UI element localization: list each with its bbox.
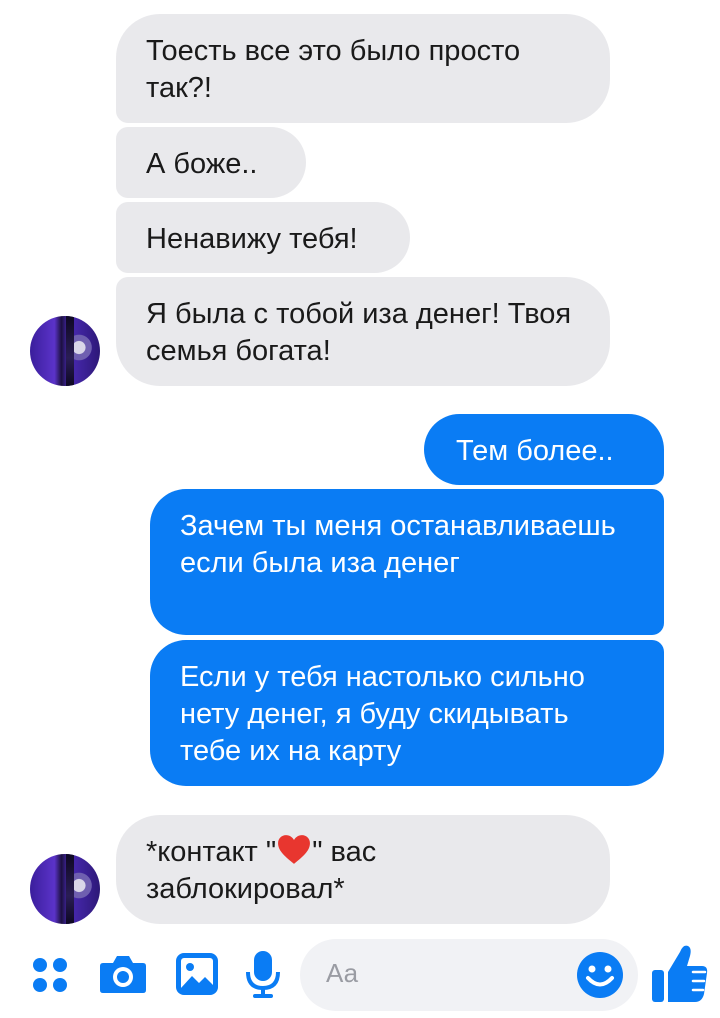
microphone-icon[interactable]: [245, 950, 281, 1000]
message-text: Тоесть все это было просто так?!: [146, 35, 521, 104]
message-outgoing[interactable]: Если у тебя настолько сильно нету денег,…: [150, 640, 664, 786]
message-incoming[interactable]: Ненавижу тебя!: [116, 202, 410, 273]
message-input[interactable]: Аа: [300, 939, 638, 1011]
gallery-icon[interactable]: [175, 952, 219, 996]
message-incoming[interactable]: Я была с тобой иза денег! Твоя семья бог…: [116, 277, 610, 386]
avatar-image-detail: [66, 854, 74, 924]
composer-bar: Аа: [0, 936, 720, 1018]
message-text: Если у тебя настолько сильно нету денег,…: [180, 661, 585, 767]
message-text: Зачем ты меня останавливаешь если была и…: [180, 510, 616, 579]
message-outgoing[interactable]: Тем более..: [424, 414, 664, 485]
avatar-image-detail: [66, 316, 74, 386]
message-text: Ненавижу тебя!: [146, 223, 358, 255]
message-text: А боже..: [146, 148, 258, 180]
contact-avatar[interactable]: [30, 854, 100, 924]
message-text: Тем более..: [456, 435, 614, 467]
emoji-icon[interactable]: [576, 951, 624, 999]
message-text: Я была с тобой иза денег! Твоя семья бог…: [146, 298, 572, 367]
camera-icon[interactable]: [99, 953, 147, 995]
message-input-placeholder: Аа: [326, 958, 359, 988]
message-outgoing[interactable]: Зачем ты меня останавливаешь если была и…: [150, 489, 664, 635]
message-incoming[interactable]: А боже..: [116, 127, 306, 198]
thumbs-up-icon[interactable]: [650, 942, 710, 1004]
message-incoming[interactable]: *контакт " " вас заблокировал*: [116, 815, 610, 924]
message-incoming[interactable]: Тоесть все это было просто так?!: [116, 14, 610, 123]
apps-icon[interactable]: [30, 955, 70, 995]
red-heart-icon: [278, 835, 311, 864]
contact-avatar[interactable]: [30, 316, 100, 386]
message-text-before: *контакт ": [146, 836, 277, 868]
